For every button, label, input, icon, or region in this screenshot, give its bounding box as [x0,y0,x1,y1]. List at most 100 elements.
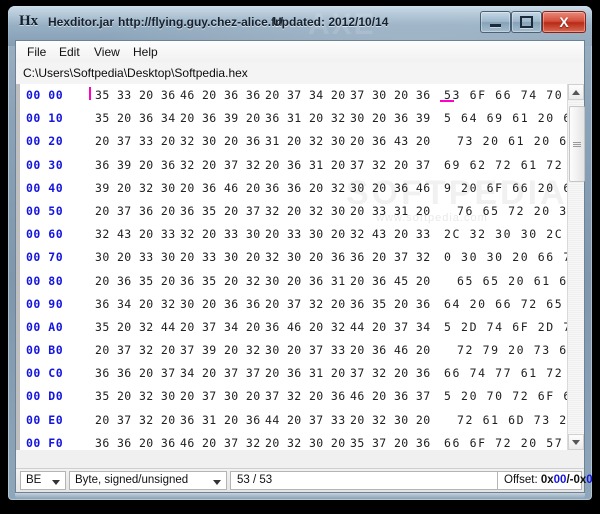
hex-byte-group[interactable]: 44 20 37 34 [350,320,431,334]
hex-row[interactable]: 00 A0 35 20 32 44 20 37 34 20 36 46 20 32 44… [20,316,579,339]
hex-ascii-group[interactable]: 2C 32 30 30 2C 3 [444,227,580,241]
hex-byte-group[interactable]: 32 30 20 36 [180,134,261,148]
hex-byte-group[interactable]: 31 20 32 30 [265,134,346,148]
hex-ascii-group[interactable]: 72 79 20 73 6F [457,343,576,357]
hex-byte-group[interactable]: 34 20 37 37 [180,366,261,380]
hex-byte-group[interactable]: 46 20 36 36 [180,88,261,102]
hex-ascii-group[interactable]: 0 30 30 20 66 72 [444,250,580,264]
hex-byte-group[interactable]: 20 36 31 20 [265,366,346,380]
menu-item-help[interactable]: Help [128,44,163,60]
data-type-select[interactable]: Byte, signed/unsigned [69,471,227,490]
menu-item-view[interactable]: View [89,44,125,60]
hex-row[interactable]: 00 50 20 37 36 20 36 35 20 37 32 20 32 30 20… [20,200,575,223]
menu-item-edit[interactable]: Edit [54,44,85,60]
hex-byte-group[interactable]: 36 36 20 32 [265,181,346,195]
hex-row[interactable]: 00 D0 35 20 32 30 20 37 30 20 37 32 20 36 46… [20,385,579,408]
hex-row[interactable]: 00 00 35 33 20 36 46 20 36 36 20 37 34 20 37… [20,84,579,107]
hex-row[interactable]: 00 B0 20 37 32 20 37 39 20 32 30 20 37 33 20… [20,339,575,362]
hex-byte-group[interactable]: 20 36 46 20 [350,343,431,357]
hex-byte-group[interactable]: 44 20 37 33 [265,413,346,427]
hex-byte-group[interactable]: 36 36 20 36 [95,436,176,450]
hex-byte-group[interactable]: 35 20 32 30 [95,389,176,403]
menu-item-file[interactable]: File [22,44,51,60]
hex-byte-group[interactable]: 20 37 30 20 [180,389,261,403]
hex-byte-group[interactable]: 20 37 33 20 [95,134,176,148]
hex-row[interactable]: 00 60 32 43 20 33 32 20 33 30 20 33 30 20 32… [20,223,579,246]
hex-byte-group[interactable]: 37 39 20 32 [180,343,261,357]
hex-byte-group[interactable]: 32 20 32 30 [265,204,346,218]
hex-ascii-group[interactable]: 72 61 6D 73 20 [457,413,576,427]
hex-byte-group[interactable]: 32 30 20 36 [265,250,346,264]
hex-byte-group[interactable]: 36 31 20 36 [180,413,261,427]
hex-byte-group[interactable]: 20 32 30 20 [350,413,431,427]
hex-byte-group[interactable]: 32 20 37 32 [180,158,261,172]
hex-byte-group[interactable]: 37 32 20 36 [350,366,431,380]
hex-byte-group[interactable]: 20 33 30 20 [265,227,346,241]
hex-byte-group[interactable]: 20 36 43 20 [350,134,431,148]
hex-ascii-group[interactable]: 65 65 20 61 6E [457,274,576,288]
hex-byte-group[interactable]: 35 37 20 36 [350,436,431,450]
file-path-bar[interactable]: C:\Users\Softpedia\Desktop\Softpedia.hex [16,62,584,85]
hex-ascii-group[interactable]: 69 62 72 61 72 7 [444,158,580,172]
hex-byte-group[interactable]: 36 35 20 37 [180,204,261,218]
hex-view[interactable]: SOFTPEDIA www.softpedia.com 00 00 35 33 2… [16,84,584,450]
hex-byte-group[interactable]: 20 32 30 20 [265,436,346,450]
hex-byte-group[interactable]: 37 30 20 36 [350,88,431,102]
hex-byte-group[interactable]: 20 33 30 20 [180,250,261,264]
hex-byte-group[interactable]: 32 43 20 33 [350,227,431,241]
hex-byte-group[interactable]: 30 20 36 46 [350,181,431,195]
hex-row[interactable]: 00 C0 36 36 20 37 34 20 37 37 20 36 31 20 37… [20,362,579,385]
hex-row[interactable]: 00 20 20 37 33 20 32 30 20 36 31 20 32 30 20… [20,130,575,153]
hex-byte-group[interactable]: 37 32 20 36 [265,389,346,403]
hex-byte-group[interactable]: 46 20 37 32 [180,436,261,450]
hex-byte-group[interactable]: 20 37 32 20 [265,297,346,311]
hex-ascii-group[interactable]: 5 64 69 61 20 69 [444,111,580,125]
scroll-down-button[interactable] [568,434,584,450]
hex-byte-group[interactable]: 36 46 20 32 [265,320,346,334]
hex-ascii-group[interactable]: 73 20 61 20 6C [457,134,576,148]
hex-byte-group[interactable]: 35 20 32 44 [95,320,176,334]
hex-byte-group[interactable]: 39 20 32 30 [95,181,176,195]
hex-byte-group[interactable]: 30 20 37 33 [265,343,346,357]
hex-byte-group[interactable]: 20 37 34 20 [265,88,346,102]
hex-ascii-group[interactable]: 64 20 66 72 65 6 [444,297,580,311]
hex-row[interactable]: 00 80 20 36 35 20 36 35 20 32 30 20 36 31 20… [20,270,575,293]
title-bar[interactable]: Hx Hexditor.jar http://flying.guy.chez-a… [8,6,592,40]
vertical-scrollbar[interactable] [567,84,585,450]
minimize-button[interactable] [480,11,511,33]
hex-row[interactable]: 00 30 36 39 20 36 32 20 37 32 20 36 31 20 37… [20,154,579,177]
hex-byte-group[interactable]: 20 36 45 20 [350,274,431,288]
hex-row[interactable]: 00 90 36 34 20 32 30 20 36 36 20 37 32 20 36… [20,293,579,316]
hex-ascii-group[interactable]: 66 74 77 61 72 6 [444,366,580,380]
hex-byte-group[interactable]: 46 20 36 37 [350,389,431,403]
hex-byte-group[interactable]: 37 32 20 37 [350,158,431,172]
hex-byte-group[interactable]: 20 37 34 20 [180,320,261,334]
hex-byte-group[interactable]: 20 36 35 20 [95,274,176,288]
hex-row[interactable]: 00 E0 20 37 32 20 36 31 20 36 44 20 37 33 20… [20,409,575,432]
hex-byte-group[interactable]: 20 33 31 20 [350,204,431,218]
hex-ascii-group[interactable]: 53 6F 66 74 70 6 [444,88,580,102]
hex-byte-group[interactable]: 20 37 36 20 [95,204,176,218]
hex-ascii-group[interactable]: 9 20 6F 66 20 6F [444,181,580,195]
hex-ascii-group[interactable]: 76 65 72 20 31 [457,204,576,218]
scrollbar-thumb[interactable] [569,106,585,182]
hex-byte-group[interactable]: 20 37 32 20 [95,413,176,427]
endianness-select[interactable]: BE [20,471,66,490]
hex-byte-group[interactable]: 36 36 20 37 [95,366,176,380]
hex-row[interactable]: 00 70 30 20 33 30 20 33 30 20 32 30 20 36 36… [20,246,579,269]
close-button[interactable]: X [542,11,586,33]
hex-byte-group[interactable]: 30 20 33 30 [95,250,176,264]
hex-byte-group[interactable]: 32 20 33 30 [180,227,261,241]
hex-byte-group[interactable]: 20 36 39 20 [180,111,261,125]
hex-byte-group[interactable]: 30 20 36 36 [180,297,261,311]
hex-row[interactable]: 00 10 35 20 36 34 20 36 39 20 36 31 20 32 30… [20,107,579,130]
hex-byte-group[interactable]: 35 33 20 36 [95,88,176,102]
scroll-up-button[interactable] [568,84,584,100]
hex-byte-group[interactable]: 20 37 32 20 [95,343,176,357]
hex-ascii-group[interactable]: 5 20 70 72 6F 67 [444,389,580,403]
hex-byte-group[interactable]: 30 20 36 31 [265,274,346,288]
hex-byte-group[interactable]: 35 20 36 34 [95,111,176,125]
hex-byte-group[interactable]: 20 36 31 20 [265,158,346,172]
scrollbar-track[interactable] [568,100,585,434]
hex-byte-group[interactable]: 36 35 20 36 [350,297,431,311]
